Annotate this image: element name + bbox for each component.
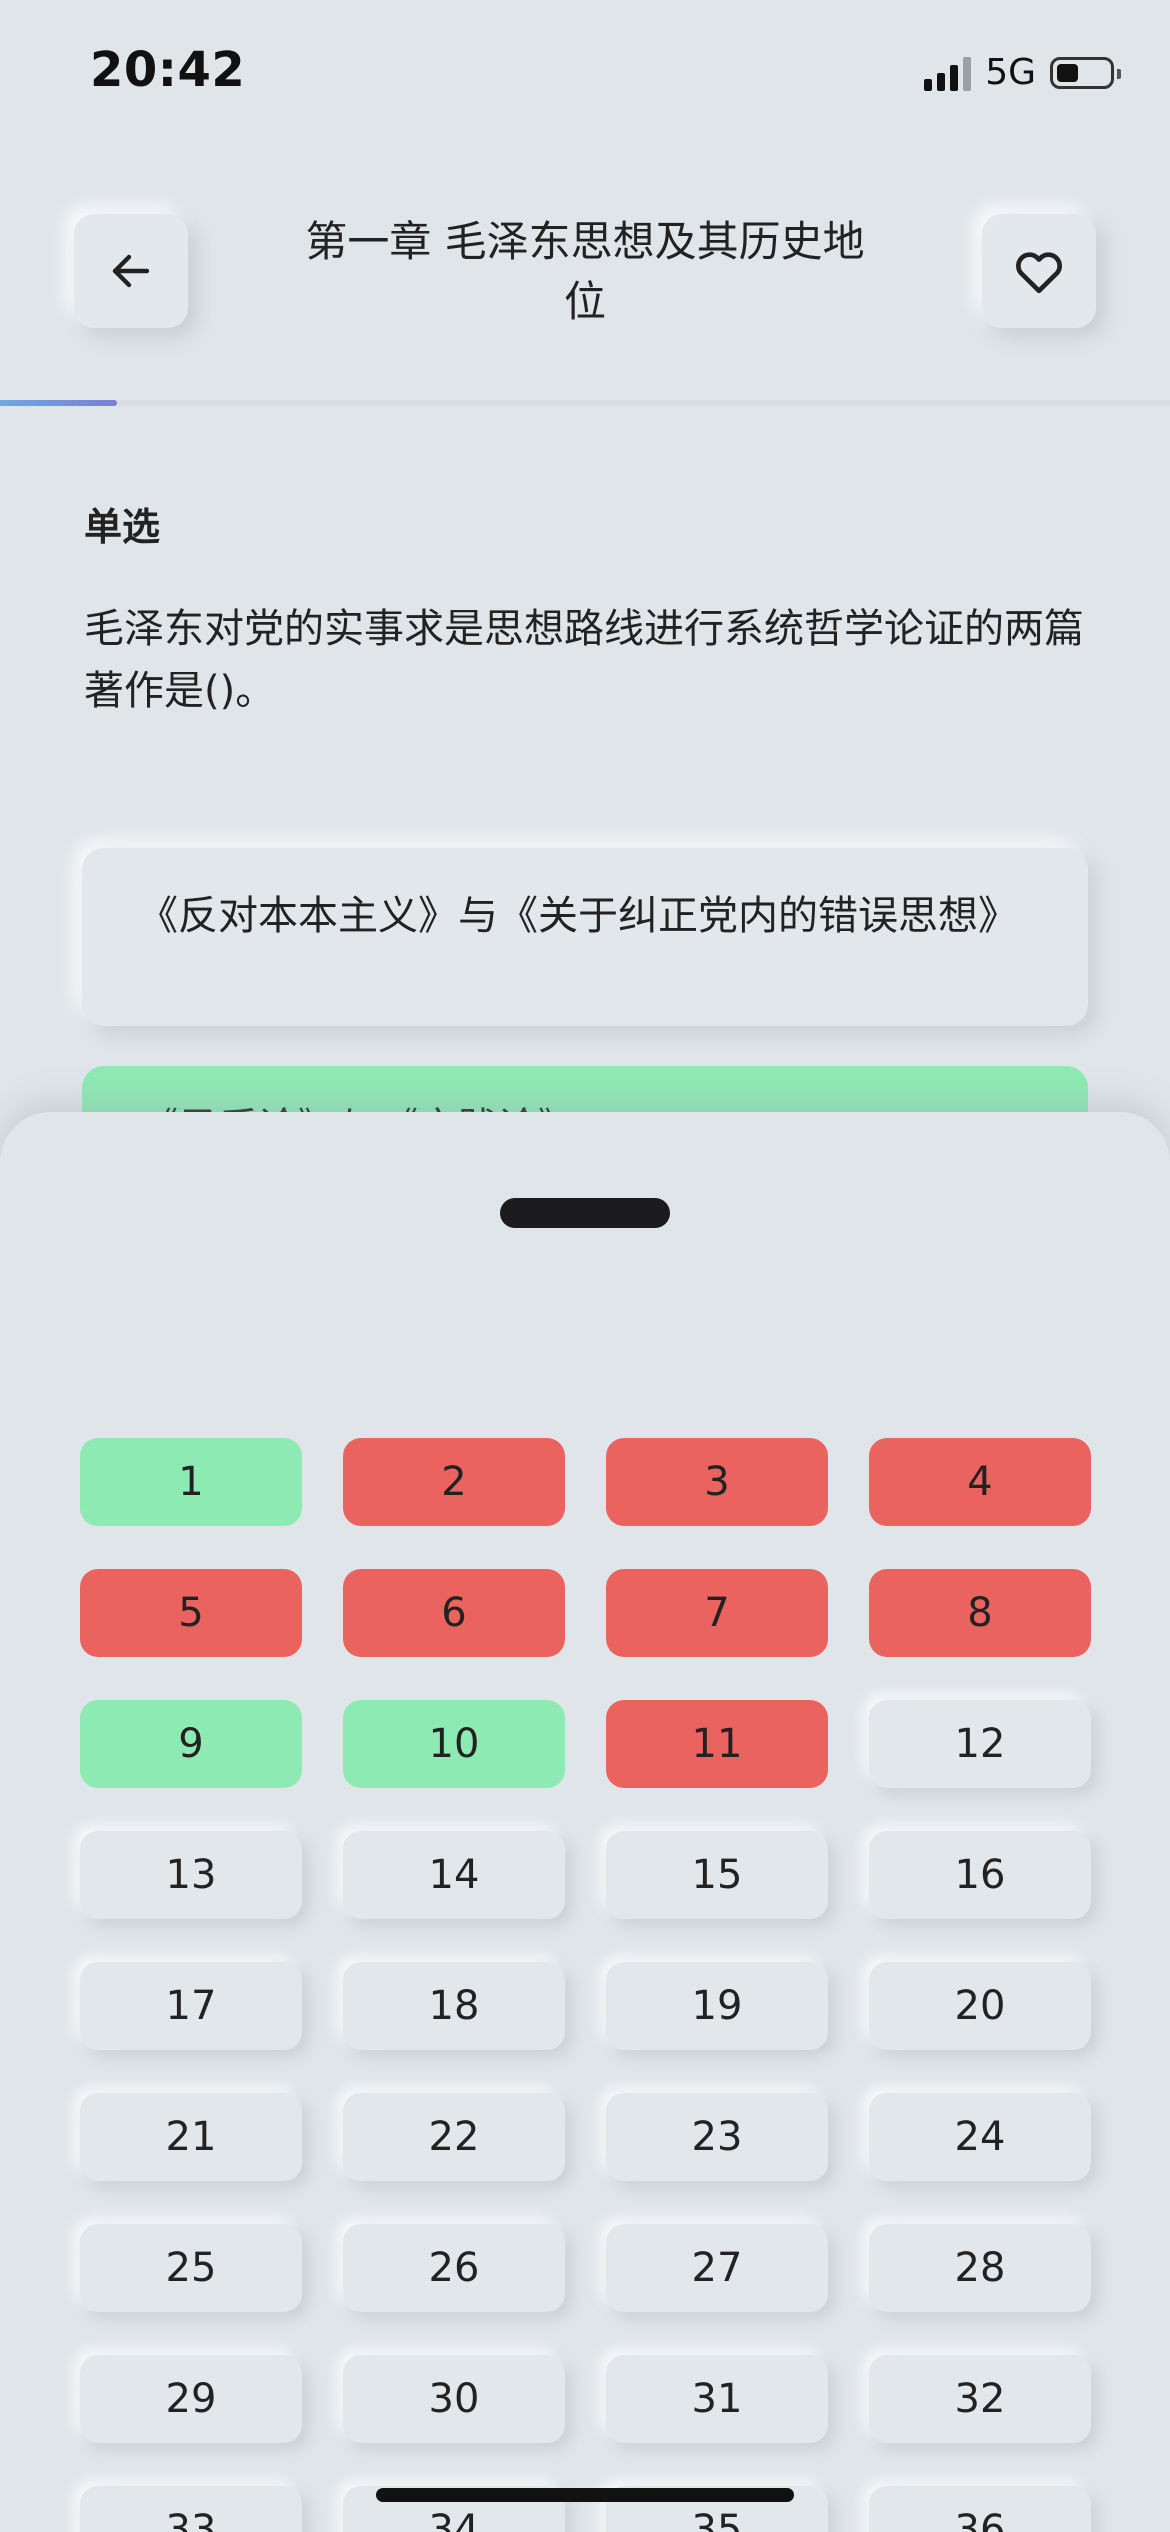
question-number-23[interactable]: 23	[606, 2093, 828, 2181]
question-number-26[interactable]: 26	[343, 2224, 565, 2312]
question-number-25[interactable]: 25	[80, 2224, 302, 2312]
question-number-5[interactable]: 5	[80, 1569, 302, 1657]
question-text: 毛泽东对党的实事求是思想路线进行系统哲学论证的两篇著作是()。	[84, 606, 1084, 714]
question-number-12[interactable]: 12	[869, 1700, 1091, 1788]
question-number-22[interactable]: 22	[343, 2093, 565, 2181]
question-number-31[interactable]: 31	[606, 2355, 828, 2443]
option-a[interactable]: 《反对本本主义》与《关于纠正党内的错误思想》	[82, 848, 1088, 1026]
question-number-33[interactable]: 33	[80, 2486, 302, 2532]
question-number-7[interactable]: 7	[606, 1569, 828, 1657]
question-type: 单选	[84, 505, 161, 549]
question-number-14[interactable]: 14	[343, 1831, 565, 1919]
cellular-signal-icon	[924, 55, 972, 91]
progress-bar	[0, 400, 1170, 406]
question-number-2[interactable]: 2	[343, 1438, 565, 1526]
question-number-4[interactable]: 4	[869, 1438, 1091, 1526]
question-number-10[interactable]: 10	[343, 1700, 565, 1788]
question-number-36[interactable]: 36	[869, 2486, 1091, 2532]
question-number-8[interactable]: 8	[869, 1569, 1091, 1657]
question-number-20[interactable]: 20	[869, 1962, 1091, 2050]
question-number-19[interactable]: 19	[606, 1962, 828, 2050]
question-number-grid: 1 2 3 4 5 6 7 8 9 10 11 12 13 14 15 16 17 18 19 20 21 22 23 24 2…	[80, 1438, 1092, 2532]
question-number-6[interactable]: 6	[343, 1569, 565, 1657]
question-number-21[interactable]: 21	[80, 2093, 302, 2181]
back-button[interactable]	[74, 214, 188, 328]
status-time: 20:42	[90, 42, 246, 98]
question-number-11[interactable]: 11	[606, 1700, 828, 1788]
status-indicators: 5G	[924, 52, 1121, 93]
question-number-1[interactable]: 1	[80, 1438, 302, 1526]
progress-fill	[0, 400, 117, 406]
question-number-29[interactable]: 29	[80, 2355, 302, 2443]
question-number-17[interactable]: 17	[80, 1962, 302, 2050]
question-number-27[interactable]: 27	[606, 2224, 828, 2312]
page-title: 第一章 毛泽东思想及其历史地位	[305, 217, 865, 326]
arrow-left-icon	[112, 254, 150, 288]
question-number-28[interactable]: 28	[869, 2224, 1091, 2312]
question-number-13[interactable]: 13	[80, 1831, 302, 1919]
question-number-32[interactable]: 32	[869, 2355, 1091, 2443]
header: 第一章 毛泽东思想及其历史地位	[0, 140, 1170, 408]
question-number-30[interactable]: 30	[343, 2355, 565, 2443]
favorite-button[interactable]	[982, 214, 1096, 328]
question-number-3[interactable]: 3	[606, 1438, 828, 1526]
heart-outline-icon	[1016, 252, 1062, 294]
question-number-18[interactable]: 18	[343, 1962, 565, 2050]
network-type: 5G	[985, 52, 1036, 93]
question-number-15[interactable]: 15	[606, 1831, 828, 1919]
battery-icon	[1050, 56, 1121, 89]
home-indicator[interactable]	[376, 2488, 794, 2502]
status-bar: 20:42 5G	[0, 0, 1170, 140]
question-number-9[interactable]: 9	[80, 1700, 302, 1788]
question-number-24[interactable]: 24	[869, 2093, 1091, 2181]
answer-sheet: 1 2 3 4 5 6 7 8 9 10 11 12 13 14 15 16 17 18 19 20 21 22 23 24 2…	[0, 1112, 1170, 2532]
question-number-16[interactable]: 16	[869, 1831, 1091, 1919]
sheet-drag-handle[interactable]	[500, 1198, 670, 1228]
